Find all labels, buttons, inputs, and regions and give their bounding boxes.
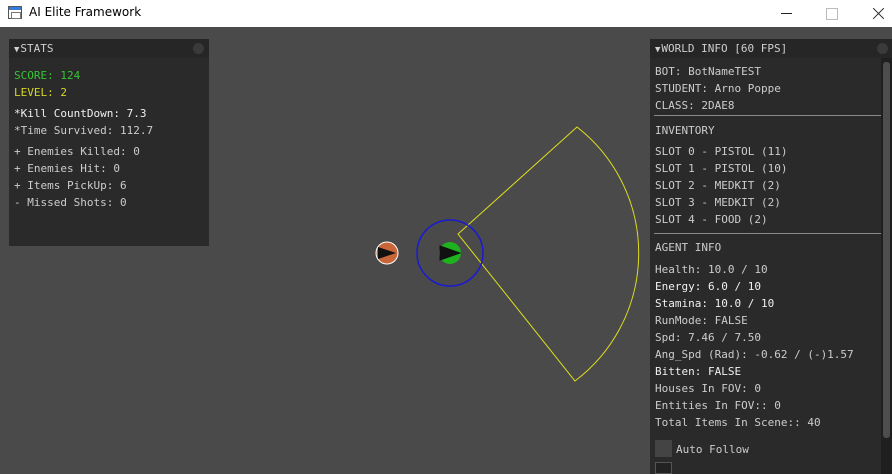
- collapse-arrow-icon[interactable]: ▼: [655, 45, 660, 55]
- separator: [654, 115, 882, 116]
- score-label: SCORE: 124: [14, 69, 81, 82]
- inventory-slot-0: SLOT 0 - PISTOL (11): [655, 145, 788, 158]
- auto-follow-checkbox[interactable]: [655, 440, 672, 457]
- scrollbar-thumb[interactable]: [883, 62, 890, 438]
- angular-speed-label: Ang_Spd (Rad): -0.62 / (-)1.57: [655, 348, 854, 361]
- window-title: AI Elite Framework: [29, 5, 142, 19]
- inventory-slot-2: SLOT 2 - MEDKIT (2): [655, 179, 781, 192]
- world-info-header[interactable]: ▼WORLD INFO [60 FPS]: [650, 39, 892, 58]
- houses-in-fov-label: Houses In FOV: 0: [655, 382, 761, 395]
- fov-cone: [457, 126, 640, 382]
- stats-panel: ▼STATS SCORE: 124 LEVEL: 2 *Kill CountDo…: [9, 39, 209, 246]
- inventory-slot-3: SLOT 3 - MEDKIT (2): [655, 196, 781, 209]
- agent-info-title: AGENT INFO: [655, 241, 722, 254]
- world-info-scrollbar[interactable]: [881, 58, 892, 474]
- enemies-hit-label: + Enemies Hit: 0: [14, 162, 120, 175]
- app-window-icon: [8, 6, 22, 19]
- panel-close-icon[interactable]: [193, 43, 204, 54]
- title-bar: AI Elite Framework: [0, 0, 892, 27]
- inventory-slot-1: SLOT 1 - PISTOL (10): [655, 162, 788, 175]
- child-frame: [655, 462, 672, 474]
- stamina-label: Stamina: 10.0 / 10: [655, 297, 775, 310]
- stats-title: STATS: [20, 42, 54, 55]
- missed-shots-label: - Missed Shots: 0: [14, 196, 127, 209]
- stats-header[interactable]: ▼STATS: [9, 39, 209, 58]
- panel-close-icon[interactable]: [877, 43, 888, 54]
- speed-label: Spd: 7.46 / 7.50: [655, 331, 761, 344]
- maximize-button[interactable]: [808, 0, 854, 27]
- close-button[interactable]: [852, 0, 892, 27]
- student-label: STUDENT: Arno Poppe: [655, 82, 781, 95]
- bot-name-label: BOT: BotNameTEST: [655, 65, 761, 78]
- level-label: LEVEL: 2: [14, 86, 67, 99]
- time-survived-label: *Time Survived: 112.7: [14, 124, 154, 137]
- inventory-title: INVENTORY: [655, 124, 715, 137]
- kill-countdown-label: *Kill CountDown: 7.3: [14, 107, 147, 120]
- collapse-arrow-icon[interactable]: ▼: [14, 45, 19, 55]
- bitten-label: Bitten: FALSE: [655, 365, 742, 378]
- world-info-panel: ▼WORLD INFO [60 FPS] BOT: BotNameTEST ST…: [650, 39, 892, 474]
- run-mode-label: RunMode: FALSE: [655, 314, 748, 327]
- minimize-button[interactable]: [764, 0, 810, 27]
- inventory-slot-4: SLOT 4 - FOOD (2): [655, 213, 768, 226]
- items-pickup-label: + Items PickUp: 6: [14, 179, 127, 192]
- class-label: CLASS: 2DAE8: [655, 99, 735, 112]
- entities-in-fov-label: Entities In FOV:: 0: [655, 399, 781, 412]
- separator: [654, 233, 882, 234]
- total-items-label: Total Items In Scene:: 40: [655, 416, 821, 429]
- energy-label: Energy: 6.0 / 10: [655, 280, 761, 293]
- game-viewport[interactable]: ▼STATS SCORE: 124 LEVEL: 2 *Kill CountDo…: [0, 27, 892, 474]
- world-info-title: WORLD INFO [60 FPS]: [661, 42, 788, 55]
- auto-follow-label: Auto Follow: [676, 443, 749, 456]
- health-label: Health: 10.0 / 10: [655, 263, 768, 276]
- enemies-killed-label: + Enemies Killed: 0: [14, 145, 140, 158]
